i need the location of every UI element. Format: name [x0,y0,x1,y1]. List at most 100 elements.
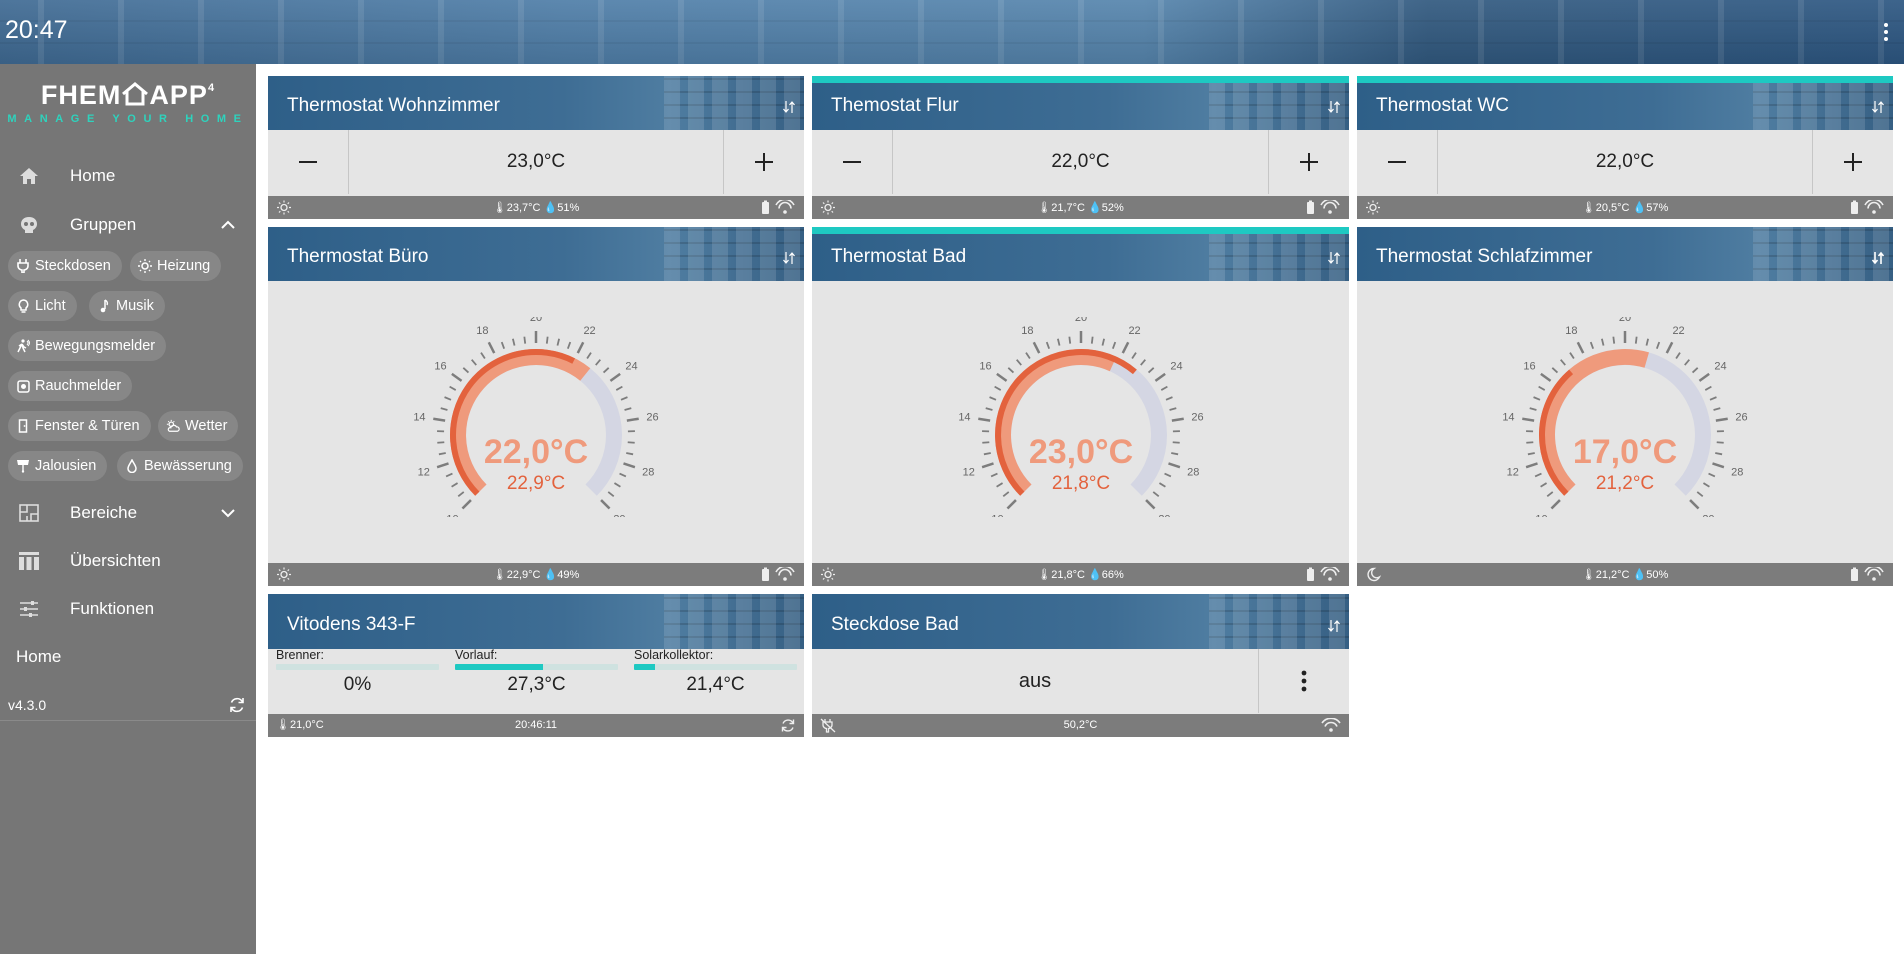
gauge-tick [1002,491,1009,497]
nav-home-secondary[interactable]: Home [0,637,256,677]
gauge-tick [471,359,477,366]
gauge-tick [1111,341,1116,349]
thermometer-icon: 🌡 [1037,569,1052,581]
thermometer-icon: 🌡 [1581,202,1596,214]
gauge-tick-label: 28 [642,466,654,478]
gauge-tick-label: 20 [530,317,542,324]
nav-functions[interactable]: Funktionen [0,589,256,629]
thermostat-gauge[interactable]: 10 12 14 16 18 20 22 24 26 28 30 17,0°C 21,2°C [1465,317,1785,517]
chevron-down-icon[interactable] [220,506,236,520]
card-thermostat-wohnzimmer: Thermostat Wohnzimmer 23,0°C 🌡23,7°C 💧51… [268,76,804,219]
gauge-tick [988,396,996,401]
gauge-tick [444,396,452,401]
update-time: 20:46:11 [514,719,557,731]
thermometer-icon: 🌡 [1037,202,1052,214]
card-header: Thermostat Schlafzimmer [1357,227,1893,281]
gauge-tick [1576,341,1585,354]
increase-button[interactable] [1813,130,1893,194]
sort-icon[interactable] [782,250,796,266]
chip-musik[interactable]: Musik [89,291,165,321]
gauge-tick [480,352,486,360]
humidity-icon: 💧 [1088,202,1102,214]
gauge-tick [438,452,446,456]
gauge-tick [1152,491,1159,497]
refresh-icon[interactable] [228,696,246,714]
chevron-up-icon[interactable] [220,218,236,232]
sort-icon[interactable] [1327,99,1341,115]
decrease-button[interactable] [812,130,892,194]
app-logo: FHEM APP4 MANAGE YOUR HOME [0,80,256,125]
clock-time: 20:47 [5,16,68,44]
nav-areas[interactable]: Bereiche [0,493,256,533]
humidity-icon: 💧 [1632,569,1647,581]
battery-icon [1307,567,1314,581]
gauge-tick [436,462,449,469]
increase-button[interactable] [1269,130,1349,194]
chip-rauchmelder[interactable]: Rauchmelder [8,371,133,401]
gauge-tick-label: 24 [625,361,637,373]
humidity-icon: 💧 [1088,569,1102,581]
thermostat-gauge[interactable]: 10 12 14 16 18 20 22 24 26 28 30 23,0°C 21,8°C [921,317,1241,517]
gauge-tick [1522,417,1535,422]
sort-icon[interactable] [1871,250,1885,266]
gauge-tick [1534,472,1542,478]
decrease-button[interactable] [1357,130,1437,194]
increase-button[interactable] [724,130,804,194]
gauge-tick [602,367,610,374]
chip-steckdosen[interactable]: Steckdosen [8,251,122,281]
gauge-tick [1067,336,1071,344]
sliders-icon [16,596,42,622]
gauge-tick [1144,499,1155,510]
thermostat-gauge[interactable]: 10 12 14 16 18 20 22 24 26 28 30 22,0°C 22,9°C [376,317,696,517]
chip-wetter[interactable]: Wetter [158,411,239,441]
gauge-tick-label: 30 [613,513,625,517]
sort-icon[interactable] [1327,618,1341,634]
card-footer: 🌡21,7°C 💧52% [812,196,1349,219]
gauge-tick [1158,482,1166,488]
chip-jalousien[interactable]: Jalousien [8,451,108,481]
battery-icon [762,200,769,214]
chip-fenster-tueren[interactable]: Fenster & Türen [8,411,151,441]
sort-icon[interactable] [1871,99,1885,115]
wifi-icon [1321,718,1341,733]
gauge-tick [1550,499,1561,510]
decrease-button[interactable] [268,130,348,194]
refresh-icon[interactable] [780,718,796,733]
wifi-icon [1864,567,1884,581]
thermometer-icon: 🌡 [492,202,507,214]
gauge-tick [449,385,457,391]
gauge-tick [1032,341,1040,354]
gauge-tick [995,482,1003,488]
sort-icon[interactable] [1327,250,1341,266]
gauge-tick [1665,341,1674,354]
gauge-tick [1601,338,1605,346]
gauge-tick [983,452,991,456]
nav-groups[interactable]: Gruppen [0,205,256,245]
gauge-tick [1525,462,1538,469]
gauge-tick [627,441,635,444]
gauge-tick [1163,472,1171,478]
card-thermostat-schlafzimmer: Thermostat Schlafzimmer 10 12 14 16 18 20 22 24… [1357,227,1893,586]
gauge-tick [1551,367,1559,374]
more-options-button[interactable] [1258,649,1349,713]
card-footer: 🌡22,9°C 💧49% [268,563,804,586]
nav-home[interactable]: Home [0,156,256,196]
gauge-tick [1589,341,1595,349]
more-menu-icon[interactable] [1870,15,1902,49]
gauge-tick-label: 18 [1021,325,1033,337]
bulb-icon [16,299,30,313]
chip-licht[interactable]: Licht [8,291,77,321]
chip-bewegungsmelder[interactable]: Bewegungsmelder [8,331,167,361]
gauge-tick [1702,482,1710,488]
gauge-tick-label: 20 [1074,317,1086,324]
gauge-tick-label: 26 [646,412,658,424]
switch-state[interactable]: aus [812,649,1258,713]
gauge-tick [1526,441,1534,444]
chip-heizung[interactable]: Heizung [130,251,222,281]
gauge-tick-label: 14 [413,412,425,424]
gauge-tick-label: 24 [1714,361,1726,373]
gauge-tick [1569,352,1575,360]
chip-bewaesserung[interactable]: Bewässerung [117,451,243,481]
nav-overviews[interactable]: Übersichten [0,541,256,581]
sort-icon[interactable] [782,99,796,115]
